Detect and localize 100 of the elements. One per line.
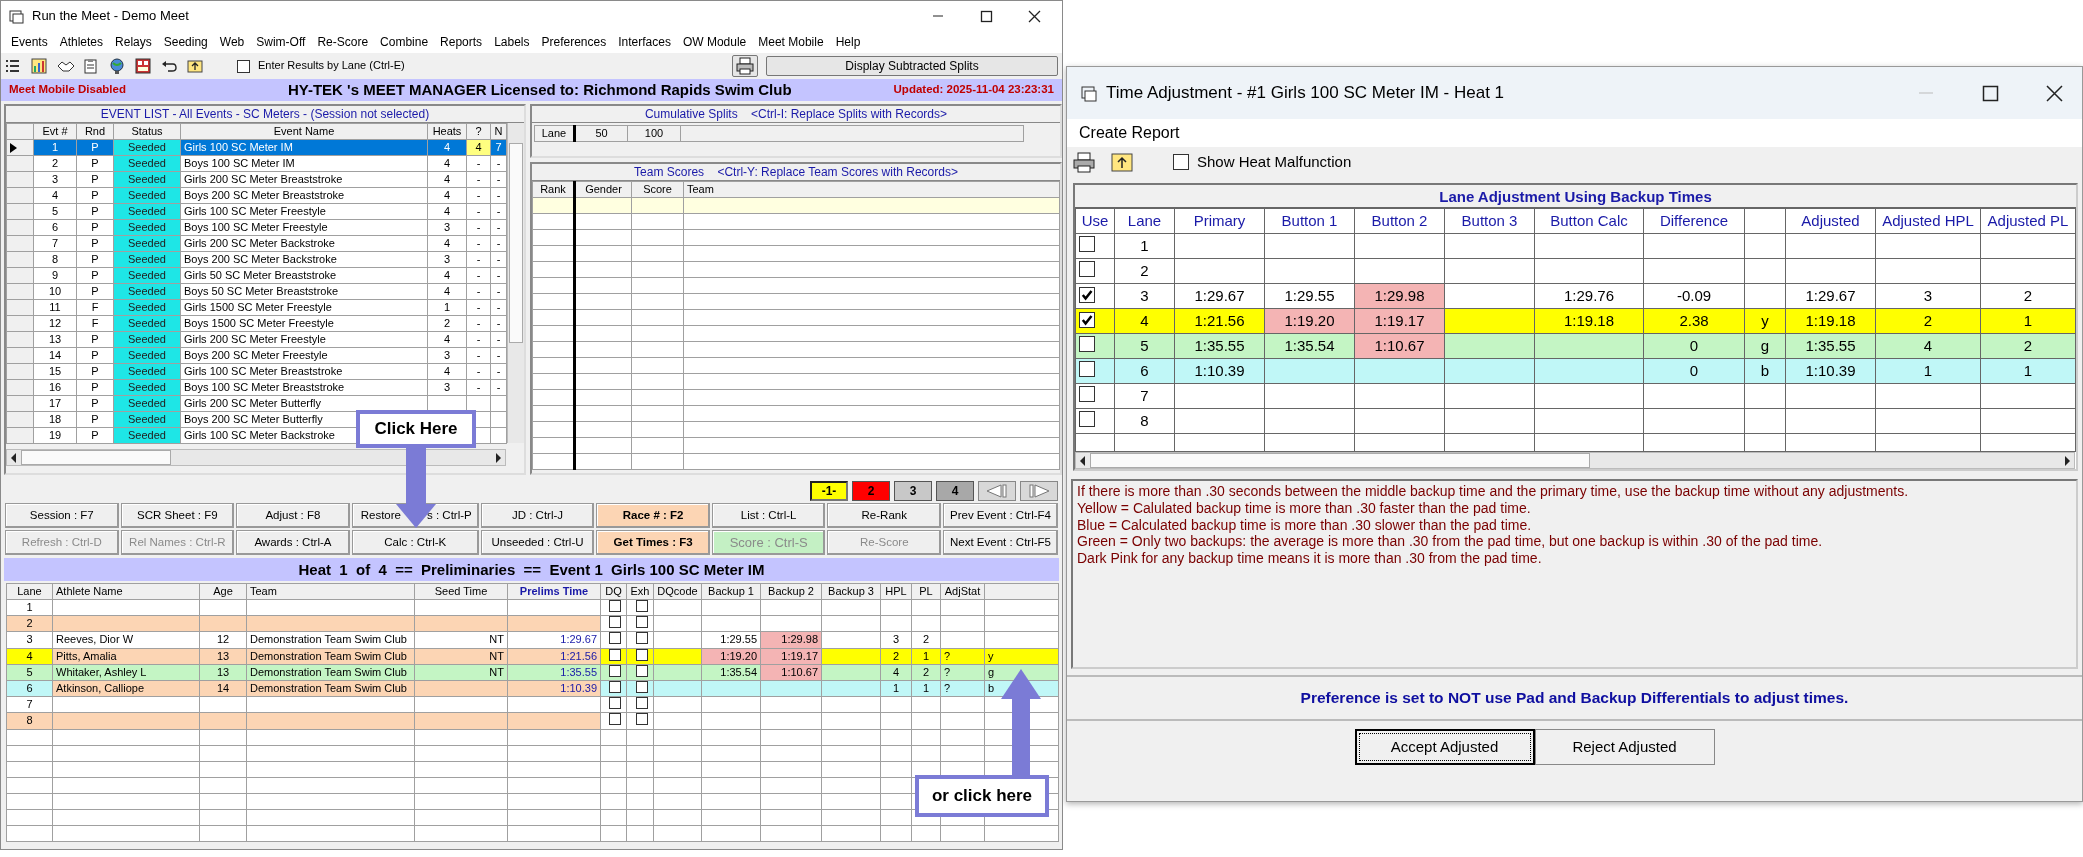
checkbox[interactable] [635,681,648,693]
table-cell[interactable]: 4 [427,283,467,300]
column-header[interactable]: Evt # [33,123,77,140]
command-button[interactable]: List : Ctrl-L [711,503,826,528]
checkbox[interactable] [635,713,648,726]
folder-up-icon[interactable] [187,57,205,75]
table-cell[interactable]: P [76,395,114,412]
globe-icon[interactable] [109,57,127,75]
table-cell[interactable]: P [76,235,114,252]
table-cell[interactable]: Boys 100 SC Meter Freestyle [180,219,428,236]
table-cell[interactable]: P [76,427,114,444]
column-header[interactable]: Prelims Time [507,583,601,600]
column-header[interactable]: PL [911,583,941,600]
command-button[interactable]: Next Event : Ctrl-F5 [943,530,1058,555]
table-cell[interactable]: 6 [33,219,77,236]
column-header[interactable]: HPL [880,583,912,600]
table-cell[interactable]: 16 [33,379,77,396]
table-cell[interactable]: Boys 100 SC Meter Breaststroke [180,379,428,396]
table-cell[interactable]: - [490,347,507,364]
column-header[interactable]: Lane [534,125,575,142]
menu-item[interactable]: Preferences [535,32,613,52]
column-header[interactable]: Rank [532,181,575,198]
table-cell[interactable]: P [76,331,114,348]
column-header[interactable]: Team [246,583,415,600]
table-cell[interactable]: 3 [427,219,467,236]
table-cell[interactable]: P [76,155,114,172]
table-cell[interactable]: - [490,155,507,172]
table-cell[interactable]: 3 [33,171,77,188]
column-header[interactable]: ? [466,123,491,140]
table-cell[interactable]: 4 [427,203,467,220]
table-cell[interactable]: 3 [427,251,467,268]
table-cell[interactable]: P [76,171,114,188]
menu-item[interactable]: Swim-Off [250,32,312,52]
menu-item[interactable]: Interfaces [612,32,677,52]
command-button[interactable]: JD : Ctrl-J [480,503,595,528]
heat-button[interactable]: 2 [852,481,890,501]
table-cell[interactable]: 4 [427,139,467,156]
heat-button[interactable]: -1- [810,481,848,501]
heat-button[interactable]: 4 [936,481,974,501]
column-header[interactable]: Athlete Name [52,583,200,600]
table-cell[interactable]: P [76,411,114,428]
checkbox[interactable] [1079,311,1095,328]
table-cell[interactable]: 7 [490,139,507,156]
menu-item[interactable]: Meet Mobile [752,32,830,52]
table-cell[interactable]: Girls 200 SC Meter Breaststroke [180,171,428,188]
checkbox[interactable] [635,600,648,612]
checkbox[interactable] [609,649,621,661]
table-cell[interactable]: - [490,187,507,204]
table-cell[interactable]: P [76,139,114,156]
table-cell[interactable]: F [76,299,114,316]
column-header[interactable]: Event Name [180,123,428,140]
folder-up-icon[interactable] [1111,151,1133,173]
table-cell[interactable]: Girls 50 SC Meter Breaststroke [180,267,428,284]
table-cell[interactable]: - [466,219,491,236]
menu-item[interactable]: OW Module [676,32,753,52]
column-header[interactable]: Difference [1643,208,1745,234]
table-cell[interactable]: - [490,235,507,252]
table-cell[interactable]: 4 [427,171,467,188]
column-header[interactable]: Status [113,123,181,140]
table-cell[interactable]: P [76,347,114,364]
checkbox[interactable] [1079,411,1095,427]
command-button[interactable]: Get Times : F3 [596,530,710,555]
checkbox[interactable] [1079,386,1095,402]
command-button[interactable]: Race # : F2 [596,503,710,528]
table-cell[interactable]: - [490,171,507,188]
column-header[interactable]: Button Calc [1534,208,1644,234]
table-cell[interactable]: 2 [427,315,467,332]
command-button[interactable]: Unseeded : Ctrl-U [480,530,595,555]
column-header[interactable]: Exh [626,583,654,600]
menu-item[interactable]: Re-Score [311,32,375,52]
table-cell[interactable]: - [466,171,491,188]
table-cell[interactable]: - [490,203,507,220]
table-cell[interactable]: 7 [33,235,77,252]
table-cell[interactable]: Girls 100 SC Meter Freestyle [180,203,428,220]
table-cell[interactable]: 14 [33,347,77,364]
table-cell[interactable]: 4 [427,155,467,172]
dialog-button[interactable]: Reject Adjusted [1534,729,1715,765]
column-header[interactable]: Button 3 [1444,208,1535,234]
table-cell[interactable]: - [466,251,491,268]
table-cell[interactable]: - [466,187,491,204]
table-cell[interactable]: - [490,331,507,348]
table-cell[interactable]: Boys 200 SC Meter Freestyle [180,347,428,364]
column-header[interactable]: Adjusted PL [1980,208,2076,234]
table-cell[interactable]: 13 [33,331,77,348]
menu-item[interactable]: Seeding [157,32,214,52]
table-cell[interactable]: - [466,267,491,284]
table-cell[interactable]: 1 [33,139,77,156]
checkbox[interactable] [1173,154,1189,170]
table-cell[interactable]: - [466,379,491,396]
column-header[interactable]: Primary [1174,208,1265,234]
checkbox[interactable] [635,697,648,710]
menu-item[interactable]: Athletes [53,32,110,52]
checkbox[interactable] [237,59,250,73]
table-cell[interactable]: Girls 200 SC Meter Backstroke [180,235,428,252]
table-cell[interactable]: - [490,299,507,316]
table-cell[interactable]: Girls 100 SC Meter IM [180,139,428,156]
menu-item[interactable]: Help [829,32,867,52]
table-cell[interactable]: 1 [427,299,467,316]
column-header[interactable]: Button 1 [1264,208,1355,234]
print-button[interactable] [732,55,758,77]
